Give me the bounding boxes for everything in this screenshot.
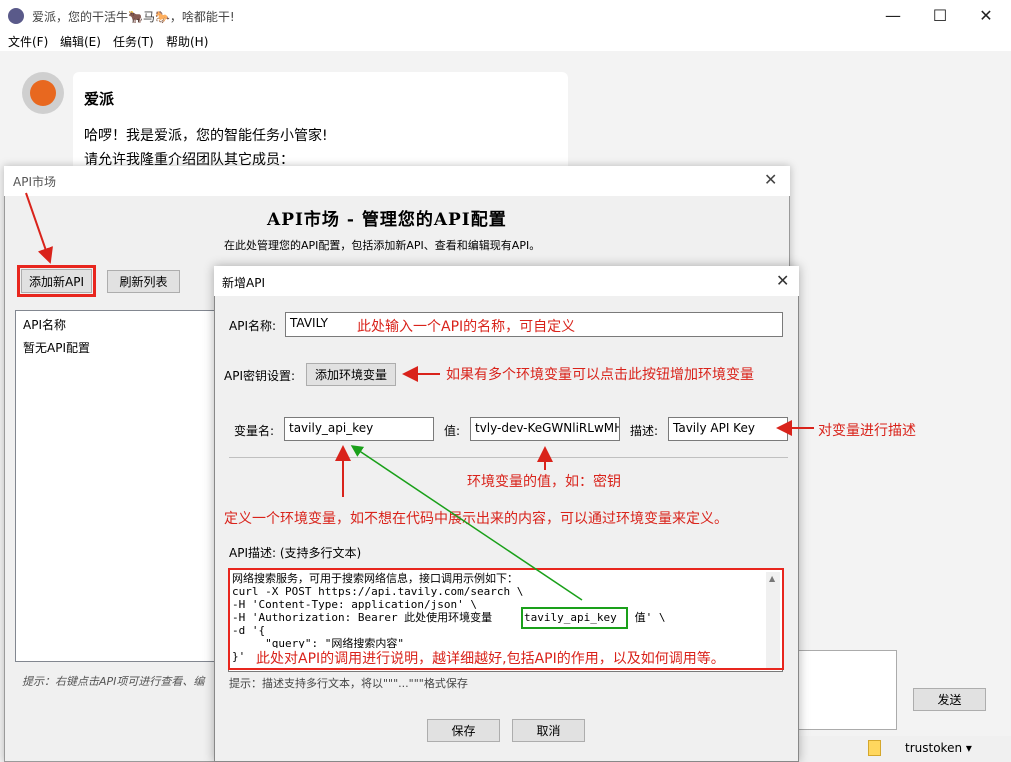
annotation-arrows	[25, 192, 814, 601]
arrow-add-api	[25, 192, 53, 264]
arrow-env-link	[350, 445, 583, 601]
